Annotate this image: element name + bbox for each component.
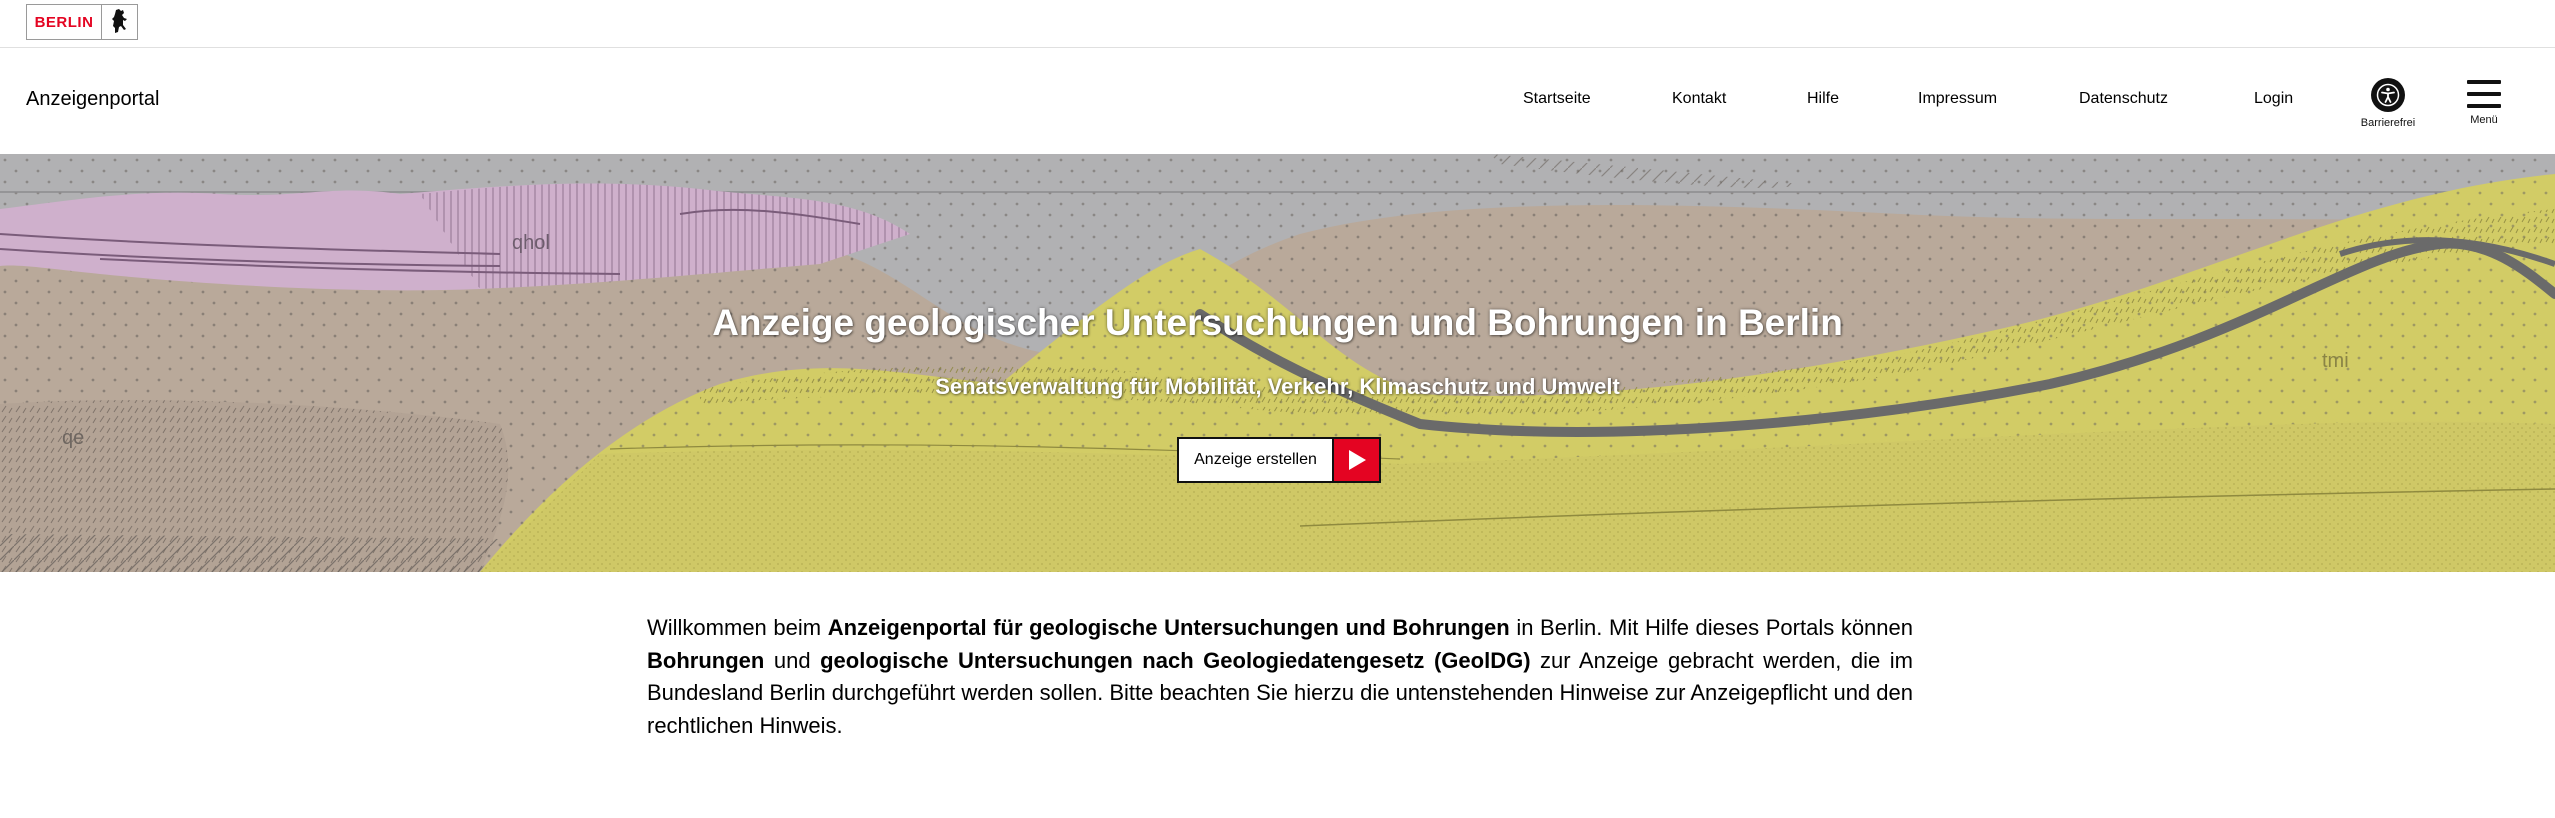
menu-button[interactable]: Menü xyxy=(2462,80,2506,126)
berlin-logo[interactable]: BERLIN xyxy=(26,4,138,40)
nav-kontakt[interactable]: Kontakt xyxy=(1672,90,1726,108)
intro-text: Willkommen beim xyxy=(647,615,828,640)
hamburger-menu-icon xyxy=(2467,80,2501,108)
intro-paragraph: Willkommen beim Anzeigenportal für geolo… xyxy=(647,612,1913,742)
hero-title: Anzeige geologischer Untersuchungen und … xyxy=(712,302,1843,343)
nav-datenschutz[interactable]: Datenschutz xyxy=(2079,90,2168,108)
intro-text: in Berlin. Mit Hilfe dieses Portals könn… xyxy=(1509,615,1914,640)
menu-label: Menü xyxy=(2470,114,2498,126)
nav-impressum[interactable]: Impressum xyxy=(1918,90,1997,108)
create-announcement-button[interactable]: Anzeige erstellen xyxy=(1177,437,1381,483)
intro-bold-geoldg: geologische Untersuchungen nach Geologie… xyxy=(820,647,1531,673)
accessibility-icon xyxy=(2371,78,2405,112)
accessibility-label: Barrierefrei xyxy=(2360,117,2416,129)
logo-text: BERLIN xyxy=(27,5,102,39)
intro-bold-portal: Anzeigenportal für geologische Untersuch… xyxy=(827,615,1510,640)
accessibility-button[interactable]: Barrierefrei xyxy=(2356,78,2420,129)
geological-cross-section-image: qhol qe tmi xyxy=(0,154,2555,572)
cta-label: Anzeige erstellen xyxy=(1179,439,1334,481)
nav-startseite[interactable]: Startseite xyxy=(1523,90,1591,108)
hero-subtitle: Senatsverwaltung für Mobilität, Verkehr,… xyxy=(935,374,1620,399)
map-label-tmi: tmi xyxy=(2322,350,2349,372)
main-nav: Startseite Kontakt Hilfe Impressum Daten… xyxy=(0,90,2555,110)
berlin-bear-icon xyxy=(102,5,137,39)
intro-bold-bohrungen: Bohrungen xyxy=(647,647,765,673)
nav-hilfe[interactable]: Hilfe xyxy=(1807,90,1839,108)
site-header: Anzeigenportal Startseite Kontakt Hilfe … xyxy=(0,48,2555,154)
map-label-qhol: qhol xyxy=(512,232,550,254)
play-arrow-icon xyxy=(1334,439,1379,481)
top-bar: BERLIN xyxy=(0,0,2555,48)
nav-login[interactable]: Login xyxy=(2254,90,2293,108)
hero-banner: qhol qe tmi Anzeige geologischer Untersu… xyxy=(0,154,2555,572)
intro-text: und xyxy=(764,647,821,673)
map-label-qe: qe xyxy=(62,427,84,449)
